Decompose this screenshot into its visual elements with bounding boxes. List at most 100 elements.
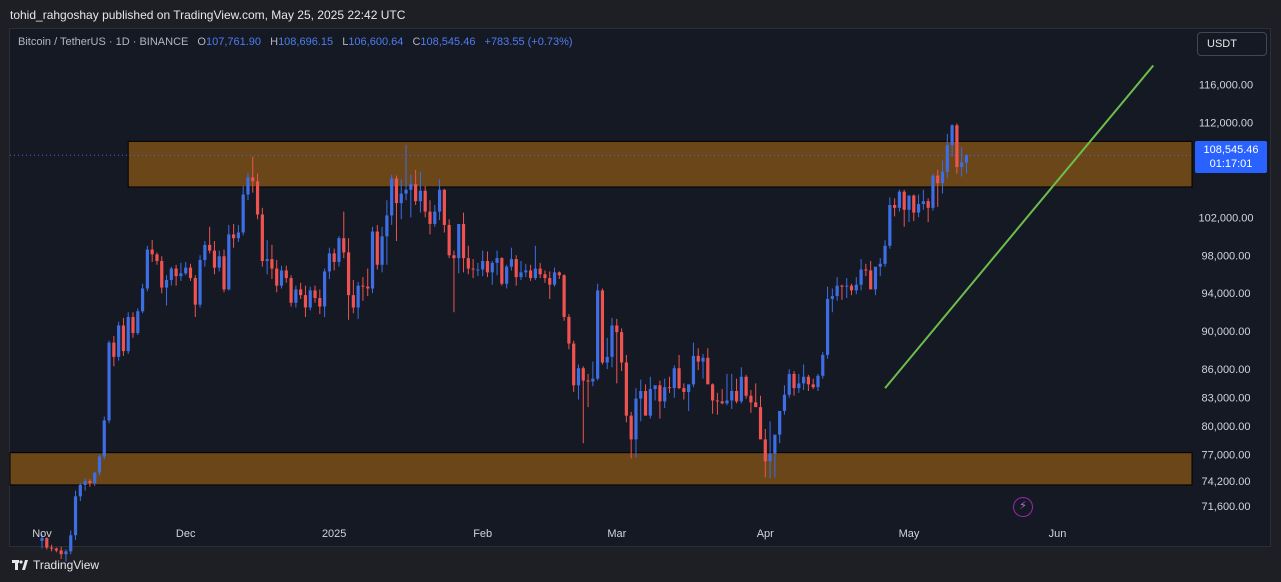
candle-183	[916, 194, 921, 218]
candle-22	[145, 245, 149, 292]
candle-101	[524, 263, 528, 278]
candle-body-181	[907, 195, 911, 210]
candle-body-83	[437, 189, 442, 212]
candle-body-96	[500, 258, 504, 284]
x-tick-label-0: Nov	[32, 528, 52, 540]
candle-39	[227, 224, 231, 291]
candle-184	[921, 189, 925, 210]
candle-body-27	[169, 268, 173, 280]
candle-body-160	[806, 376, 810, 385]
candle-87	[457, 223, 461, 274]
candle-body-114	[586, 380, 590, 382]
candle-body-145	[734, 390, 739, 402]
candle-body-159	[802, 376, 806, 384]
tradingview-brand[interactable]: TradingView	[12, 558, 99, 572]
candle-93	[485, 251, 490, 278]
candle-86	[452, 250, 456, 313]
candle-98	[509, 247, 514, 271]
candle-31	[188, 263, 193, 281]
candle-body-75	[399, 193, 403, 204]
candle-30	[184, 261, 188, 276]
candle-73	[390, 174, 394, 225]
candle-body-122	[624, 362, 628, 416]
candle-36	[212, 241, 217, 275]
candle-141	[715, 392, 719, 415]
candle-109	[562, 274, 566, 321]
candle-178	[893, 198, 897, 217]
candle-42	[241, 186, 245, 236]
candle-body-32	[193, 278, 197, 305]
candle-110	[567, 314, 571, 350]
candle-body-163	[821, 354, 825, 376]
candle-body-17	[121, 325, 126, 352]
candle-106	[548, 271, 552, 299]
candle-body-86	[452, 255, 456, 259]
candle-body-10	[88, 481, 92, 484]
candle-body-85	[447, 224, 451, 256]
candle-body-60	[327, 253, 331, 272]
candle-body-103	[533, 268, 537, 279]
candle-body-108	[557, 272, 561, 276]
candle-66	[356, 281, 360, 319]
y-tick-label-0: 116,000.00	[1199, 79, 1253, 91]
candle-158	[797, 373, 801, 393]
candle-182	[912, 194, 916, 222]
candle-body-55	[303, 295, 308, 308]
change-value: +783.55 (+0.73%)	[484, 36, 573, 48]
candles-layer	[40, 123, 969, 562]
candle-body-172	[864, 269, 868, 271]
candle-191	[955, 123, 959, 174]
candle-123	[629, 411, 633, 459]
currency-button[interactable]: USDT	[1197, 32, 1267, 56]
bar-countdown: 01:17:01	[1209, 158, 1253, 170]
candle-53	[294, 285, 298, 308]
candle-62	[337, 236, 341, 267]
candle-body-9	[83, 481, 87, 485]
candle-35	[208, 226, 212, 254]
close-value: 108,545.46	[420, 36, 476, 48]
candle-29	[179, 262, 183, 281]
candle-body-190	[950, 125, 954, 146]
x-tick-label-2: 2025	[322, 528, 346, 540]
candle-32	[193, 275, 197, 317]
candle-body-127	[648, 389, 652, 416]
candle-body-67	[361, 285, 365, 287]
candle-105	[543, 270, 547, 283]
x-tick-label-6: May	[899, 528, 920, 540]
candle-20	[136, 308, 140, 335]
candle-body-193	[964, 155, 969, 163]
candle-body-176	[883, 245, 887, 264]
candle-body-187	[936, 175, 940, 184]
candle-body-162	[816, 375, 820, 388]
candle-body-174	[873, 266, 878, 290]
symbol-label[interactable]: Bitcoin / TetherUS · 1D · BINANCE	[18, 36, 188, 48]
x-tick-label-1: Dec	[176, 528, 196, 540]
candle-47	[265, 240, 269, 275]
candle-body-23	[150, 249, 154, 255]
candle-body-97	[505, 266, 509, 284]
candle-body-102	[528, 270, 533, 279]
candle-104	[538, 262, 542, 279]
candle-156	[787, 369, 791, 398]
candle-58	[318, 289, 322, 315]
candle-171	[859, 259, 863, 291]
candlestick-chart[interactable]: 116,000.00 112,000.00 102,000.00 98,000.00 9…	[0, 0, 1281, 582]
candle-body-45	[255, 181, 260, 215]
candle-body-21	[140, 288, 145, 312]
candle-69	[370, 226, 375, 294]
candle-52	[289, 275, 293, 307]
candle-body-80	[423, 190, 427, 212]
candle-149	[754, 383, 758, 408]
candle-body-133	[677, 368, 681, 389]
candle-56	[308, 286, 312, 311]
candle-40	[232, 223, 236, 248]
y-tick-label-8: 80,000.00	[1202, 421, 1251, 433]
candle-111	[572, 340, 576, 392]
high-label: H	[270, 36, 279, 48]
candle-137	[696, 348, 700, 371]
candle-body-95	[495, 258, 499, 263]
candle-7	[73, 490, 78, 540]
candle-body-167	[840, 285, 844, 287]
candle-144	[730, 373, 734, 410]
lightning-icon[interactable]: ⚡	[1013, 497, 1033, 517]
